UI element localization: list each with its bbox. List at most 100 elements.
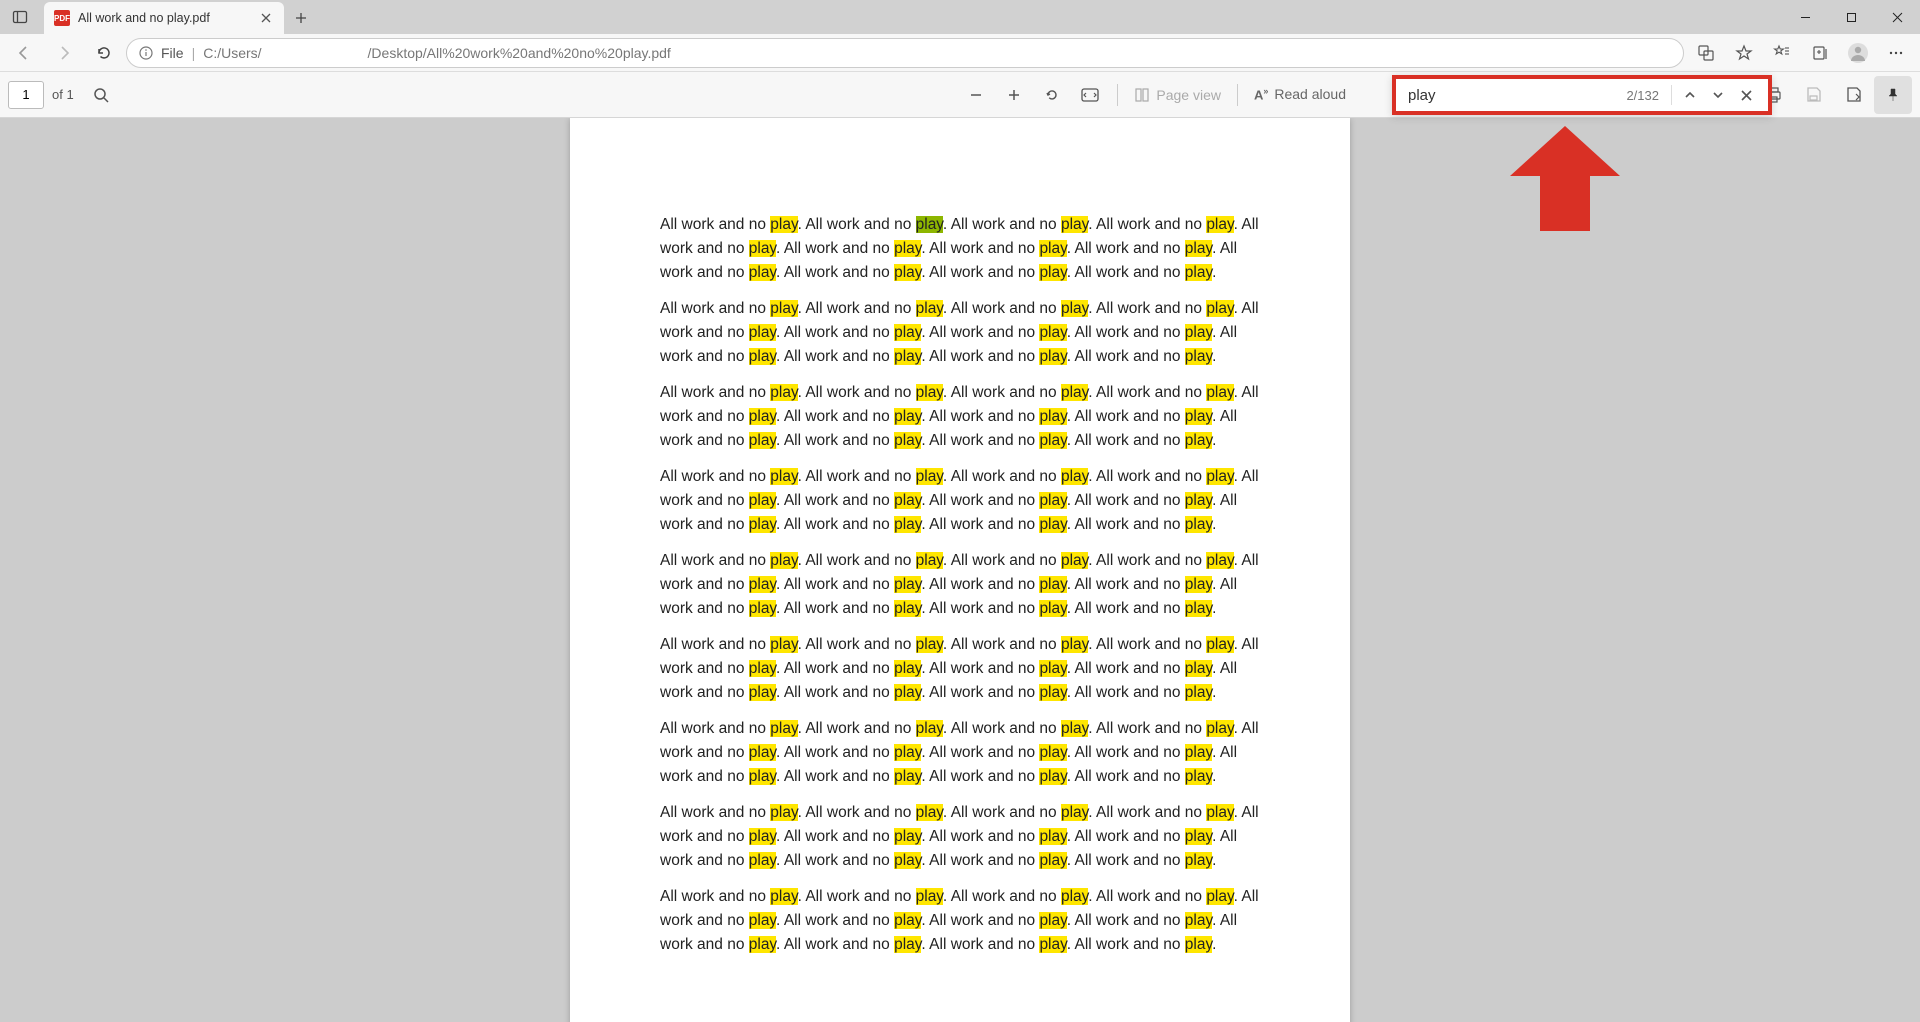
highlight-match: play bbox=[894, 912, 921, 929]
page-view-label: Page view bbox=[1156, 87, 1221, 103]
highlight-match: play bbox=[1185, 600, 1212, 617]
highlight-match: play bbox=[894, 684, 921, 701]
window-controls bbox=[1782, 0, 1920, 34]
fit-page-button[interactable] bbox=[1071, 76, 1109, 114]
forward-button[interactable] bbox=[46, 37, 82, 69]
pdf-viewport[interactable]: All work and no play. All work and no pl… bbox=[0, 118, 1920, 1022]
pin-toolbar-button[interactable] bbox=[1874, 76, 1912, 114]
find-next-button[interactable] bbox=[1704, 81, 1732, 109]
menu-button[interactable] bbox=[1878, 37, 1914, 69]
dots-icon bbox=[1888, 45, 1904, 61]
highlight-match: play bbox=[770, 636, 797, 653]
highlight-match: play bbox=[916, 804, 943, 821]
highlight-match: play bbox=[1039, 828, 1066, 845]
highlight-match: play bbox=[749, 684, 776, 701]
highlight-match: play bbox=[1185, 936, 1212, 953]
page-total-label: of 1 bbox=[52, 87, 74, 102]
paragraph: All work and no play. All work and no pl… bbox=[660, 717, 1260, 789]
highlight-match: play bbox=[894, 768, 921, 785]
highlight-match: play bbox=[749, 852, 776, 869]
highlight-match: play bbox=[894, 516, 921, 533]
new-tab-button[interactable] bbox=[284, 2, 318, 34]
highlight-match: play bbox=[1039, 852, 1066, 869]
up-arrow-icon bbox=[1510, 126, 1620, 236]
favorites-button[interactable] bbox=[1764, 37, 1800, 69]
highlight-match: play bbox=[749, 348, 776, 365]
highlight-match: play bbox=[1206, 888, 1233, 905]
profile-button[interactable] bbox=[1840, 37, 1876, 69]
toolbar-separator bbox=[1237, 84, 1238, 106]
zoom-out-button[interactable] bbox=[957, 76, 995, 114]
highlight-match: play bbox=[1039, 600, 1066, 617]
highlight-match: play bbox=[1039, 660, 1066, 677]
find-input[interactable] bbox=[1404, 85, 1618, 106]
highlight-match: play bbox=[1206, 636, 1233, 653]
back-button[interactable] bbox=[6, 37, 42, 69]
highlight-match: play bbox=[1185, 660, 1212, 677]
highlight-match: play bbox=[749, 408, 776, 425]
highlight-match: play bbox=[749, 576, 776, 593]
plus-icon bbox=[1007, 88, 1021, 102]
refresh-button[interactable] bbox=[86, 37, 122, 69]
find-prev-button[interactable] bbox=[1676, 81, 1704, 109]
highlight-match: play bbox=[1185, 744, 1212, 761]
tab-actions-icon bbox=[12, 9, 28, 25]
tab-actions-button[interactable] bbox=[0, 0, 40, 34]
find-bar: 2/132 bbox=[1392, 75, 1772, 115]
pin-icon bbox=[1885, 87, 1901, 103]
highlight-match: play bbox=[1185, 348, 1212, 365]
highlight-match: play bbox=[1061, 216, 1088, 233]
paragraph: All work and no play. All work and no pl… bbox=[660, 297, 1260, 369]
tab-title: All work and no play.pdf bbox=[78, 11, 258, 25]
minimize-button[interactable] bbox=[1782, 0, 1828, 34]
highlight-match: play bbox=[749, 324, 776, 341]
highlight-match: play bbox=[1061, 300, 1088, 317]
page-number-input[interactable] bbox=[8, 81, 44, 109]
maximize-button[interactable] bbox=[1828, 0, 1874, 34]
highlight-match: play bbox=[894, 492, 921, 509]
plus-icon bbox=[295, 12, 307, 24]
info-icon bbox=[139, 46, 153, 60]
save-button[interactable] bbox=[1794, 76, 1832, 114]
highlight-match: play bbox=[1039, 432, 1066, 449]
highlight-match: play bbox=[1206, 468, 1233, 485]
page-view-button[interactable]: Page view bbox=[1126, 87, 1229, 103]
highlight-match: play bbox=[749, 264, 776, 281]
highlight-match: play bbox=[916, 468, 943, 485]
rotate-button[interactable] bbox=[1033, 76, 1071, 114]
read-aloud-button[interactable]: A» Read aloud bbox=[1246, 86, 1354, 102]
zoom-in-button[interactable] bbox=[995, 76, 1033, 114]
translate-button[interactable] bbox=[1688, 37, 1724, 69]
pdf-page: All work and no play. All work and no pl… bbox=[570, 118, 1350, 1022]
add-favorite-button[interactable] bbox=[1726, 37, 1762, 69]
highlight-match: play bbox=[1039, 768, 1066, 785]
save-as-button[interactable] bbox=[1834, 76, 1872, 114]
maximize-icon bbox=[1846, 12, 1857, 23]
highlight-match: play bbox=[1039, 576, 1066, 593]
highlight-match: play bbox=[1185, 576, 1212, 593]
highlight-match: play bbox=[1061, 384, 1088, 401]
highlight-match: play bbox=[1039, 240, 1066, 257]
tab-close-button[interactable] bbox=[258, 10, 274, 26]
highlight-match: play bbox=[1206, 216, 1233, 233]
highlight-match: play bbox=[894, 348, 921, 365]
find-close-button[interactable] bbox=[1732, 81, 1760, 109]
paragraph: All work and no play. All work and no pl… bbox=[660, 549, 1260, 621]
highlight-match: play bbox=[770, 720, 797, 737]
address-bar[interactable]: File | C:/Users/ /Desktop/All%20work%20a… bbox=[126, 38, 1684, 68]
close-icon bbox=[1740, 89, 1753, 102]
collections-button[interactable] bbox=[1802, 37, 1838, 69]
forward-arrow-icon bbox=[55, 44, 73, 62]
highlight-match: play bbox=[749, 828, 776, 845]
minimize-icon bbox=[1800, 12, 1811, 23]
highlight-match: play bbox=[1206, 384, 1233, 401]
find-button[interactable] bbox=[82, 76, 120, 114]
highlight-match: play bbox=[1206, 804, 1233, 821]
highlight-match: play bbox=[1039, 744, 1066, 761]
star-plus-icon bbox=[1735, 44, 1753, 62]
browser-tab[interactable]: PDF All work and no play.pdf bbox=[44, 2, 284, 34]
highlight-match: play bbox=[1185, 912, 1212, 929]
window-close-button[interactable] bbox=[1874, 0, 1920, 34]
highlight-match: play bbox=[1206, 552, 1233, 569]
highlight-match: play bbox=[749, 432, 776, 449]
